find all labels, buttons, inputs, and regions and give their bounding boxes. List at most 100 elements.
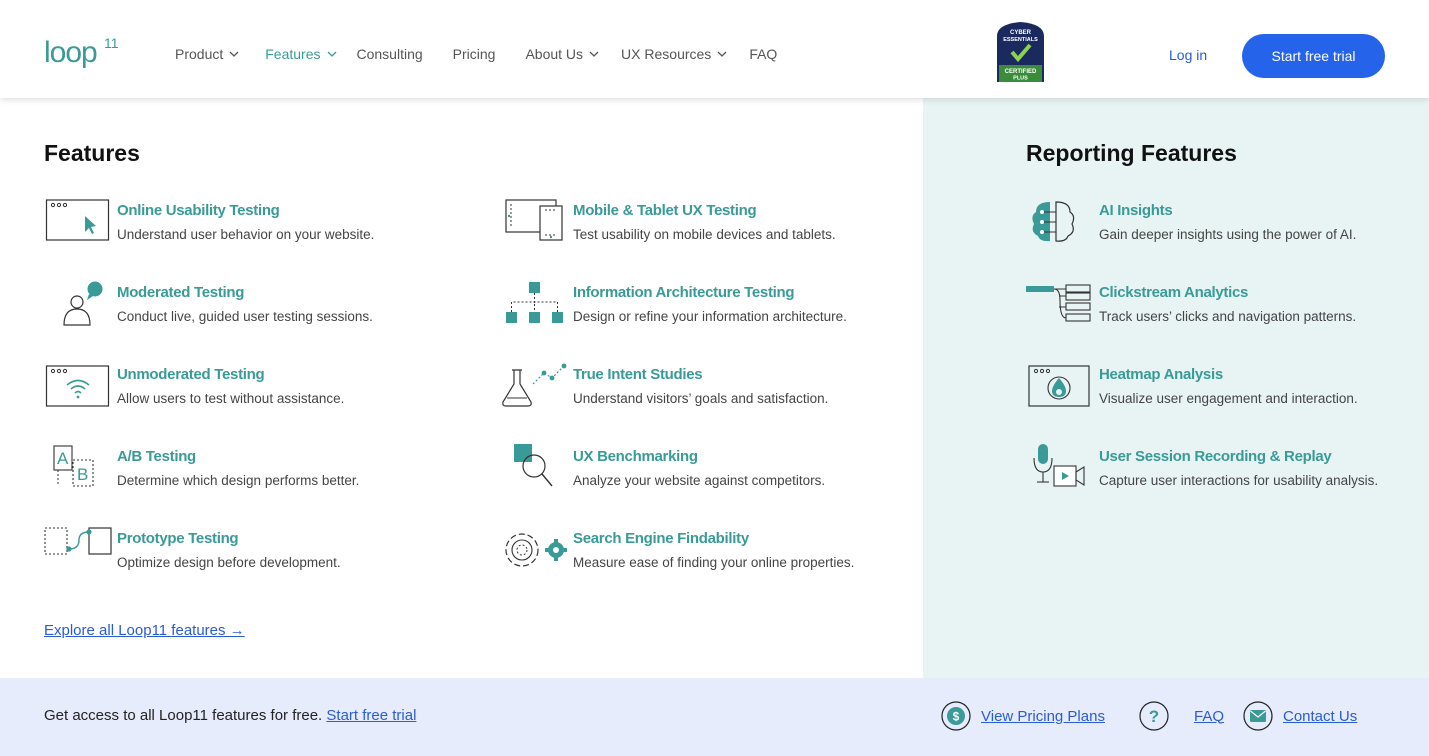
feature-heatmap-analysis[interactable]: Heatmap Analysis Visualize user engagemen… [1026,362,1358,410]
main-nav: Product Features Consulting Pricing Abou… [175,46,777,62]
badge-line-4: PLUS [1013,76,1028,82]
contact-us-link[interactable]: Contact Us [1243,701,1357,731]
envelope-circle-icon [1243,701,1273,731]
badge-line-2: ESSENTIALS [1003,37,1038,43]
feature-title[interactable]: Online Usability Testing [117,202,374,219]
chevron-down-icon [589,51,599,57]
ab-test-icon: AB [44,444,114,492]
footer-promo: Get access to all Loop11 features for fr… [44,707,416,724]
feature-desc: Visualize user engagement and interactio… [1099,391,1358,406]
chevron-down-icon [717,51,727,57]
cyber-essentials-badge: CYBER ESSENTIALS CERTIFIED PLUS [995,22,1046,82]
explore-all-features-link[interactable]: Explore all Loop11 features → [44,622,245,639]
feature-title[interactable]: Mobile & Tablet UX Testing [573,202,836,219]
browser-wifi-icon [44,362,114,410]
feature-information-architecture-testing[interactable]: Information Architecture Testing Design o… [500,280,847,328]
clickstream-icon [1026,280,1096,328]
dollar-circle-icon: $ [941,701,971,731]
feature-desc: Capture user interactions for usability … [1099,473,1379,488]
feature-desc: Analyze your website against competitors… [573,473,826,488]
mobile-tablet-icon [500,198,570,246]
feature-online-usability-testing[interactable]: Online Usability Testing Understand user … [44,198,374,246]
browser-cursor-icon [44,198,114,246]
nav-features-label: Features [265,46,321,62]
nav-faq-label: FAQ [749,46,778,62]
nav-consulting[interactable]: Consulting [357,46,423,62]
faq-label: FAQ [1194,707,1225,725]
feature-user-session-recording[interactable]: User Session Recording & Replay Capture … [1026,444,1378,492]
badge-line-1: CYBER [1010,30,1032,36]
start-free-trial-button[interactable]: Start free trial [1242,34,1385,78]
nav-features[interactable]: Features [265,46,336,62]
feature-desc: Allow users to test without assistance. [117,391,345,406]
feature-title[interactable]: Moderated Testing [117,284,373,301]
feature-title[interactable]: User Session Recording & Replay [1099,448,1378,465]
feature-title[interactable]: A/B Testing [117,448,359,465]
feature-title[interactable]: Clickstream Analytics [1099,284,1356,301]
feature-mobile-tablet-ux-testing[interactable]: Mobile & Tablet UX Testing Test usabilit… [500,198,836,246]
feature-desc: Design or refine your information archit… [573,309,847,324]
feature-title[interactable]: UX Benchmarking [573,448,825,465]
view-pricing-plans-link[interactable]: $ View Pricing Plans [941,701,1105,731]
loop11-logo-mark: loop 11 [44,35,119,69]
user-chat-icon [44,280,114,328]
badge-line-3: CERTIFIED [1005,69,1037,75]
feature-desc: Measure ease of finding your online prop… [573,555,855,570]
nav-consulting-label: Consulting [356,46,423,62]
feature-desc: Gain deeper insights using the power of … [1099,227,1357,242]
svg-text:B: B [77,465,88,484]
site-header: loop 11 Product Features Consulting Pric… [0,0,1429,98]
footer-bar: Get access to all Loop11 features for fr… [0,678,1429,756]
promo-start-trial-link[interactable]: Start free trial [326,707,416,724]
nav-product-label: Product [175,46,224,62]
reporting-features-panel: Reporting Features AI Insights Gain deepe… [923,98,1429,678]
question-circle-icon: ? [1139,701,1169,731]
feature-title[interactable]: Unmoderated Testing [117,366,344,383]
login-link[interactable]: Log in [1169,47,1207,63]
prototype-flow-icon [44,526,114,574]
svg-text:loop: loop [44,36,97,69]
loop11-logo[interactable]: loop 11 [44,34,120,79]
feature-desc: Test usability on mobile devices and tab… [573,227,836,242]
feature-ab-testing[interactable]: AB A/B Testing Determine which design per… [44,444,359,492]
sitemap-icon [500,280,570,328]
view-pricing-plans-label: View Pricing Plans [981,707,1105,725]
nav-pricing[interactable]: Pricing [453,46,496,62]
feature-title[interactable]: True Intent Studies [573,366,828,383]
feature-desc: Understand visitors’ goals and satisfact… [573,391,829,406]
reporting-features-title: Reporting Features [1026,140,1237,166]
svg-text:A: A [57,449,69,468]
feature-title[interactable]: AI Insights [1099,202,1356,219]
nav-faq[interactable]: FAQ [749,46,777,62]
feature-ux-benchmarking[interactable]: UX Benchmarking Analyze your website agai… [500,444,825,492]
feature-search-engine-findability[interactable]: Search Engine Findability Measure ease of… [500,526,854,574]
promo-text: Get access to all Loop11 features for fr… [44,707,323,724]
magnifier-benchmark-icon [500,444,570,492]
nav-ux-resources-label: UX Resources [621,46,712,62]
chevron-down-icon [229,51,239,57]
feature-clickstream-analytics[interactable]: Clickstream Analytics Track users’ clicks… [1026,280,1356,328]
feature-title[interactable]: Search Engine Findability [573,530,854,547]
mic-video-icon [1026,444,1096,492]
feature-desc: Track users’ clicks and navigation patte… [1099,309,1357,324]
nav-about-us-label: About Us [525,46,584,62]
feature-title[interactable]: Prototype Testing [117,530,341,547]
feature-moderated-testing[interactable]: Moderated Testing Conduct live, guided us… [44,280,373,328]
feature-prototype-testing[interactable]: Prototype Testing Optimize design before … [44,526,341,574]
feature-unmoderated-testing[interactable]: Unmoderated Testing Allow users to test w… [44,362,344,410]
feature-ai-insights[interactable]: AI Insights Gain deeper insights using th… [1026,198,1356,246]
gears-icon [500,526,570,574]
feature-title[interactable]: Heatmap Analysis [1099,366,1358,383]
nav-about-us[interactable]: About Us [525,46,599,62]
feature-title[interactable]: Information Architecture Testing [573,284,847,301]
nav-product[interactable]: Product [175,46,239,62]
faq-link[interactable]: ? FAQ [1139,701,1224,731]
feature-desc: Optimize design before development. [117,555,341,570]
feature-true-intent-studies[interactable]: True Intent Studies Understand visitors’ … [500,362,828,410]
nav-ux-resources[interactable]: UX Resources [621,46,727,62]
nav-pricing-label: Pricing [452,46,496,62]
svg-text:11: 11 [104,35,119,51]
feature-desc: Determine which design performs better. [117,473,360,488]
svg-text:?: ? [1149,707,1159,726]
svg-text:$: $ [953,710,960,724]
